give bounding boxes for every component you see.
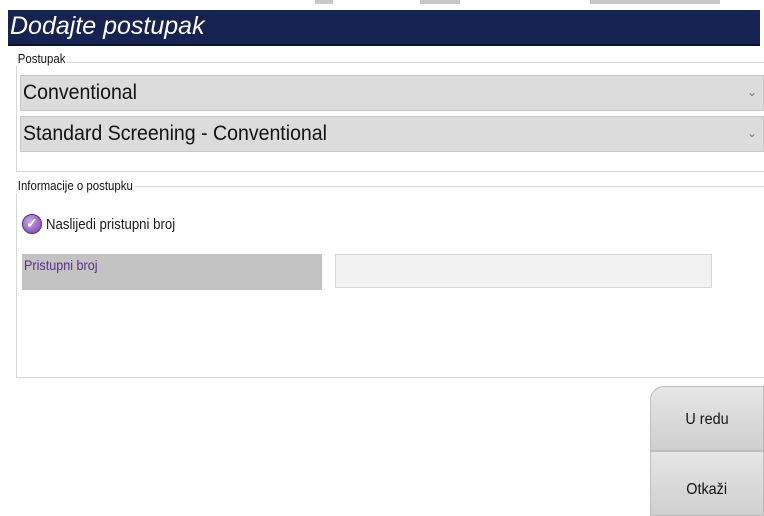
background-fragment — [315, 0, 333, 4]
accession-label-box: Pristupni broj — [22, 254, 322, 290]
cancel-button-label: Otkaži — [686, 481, 728, 498]
view-select-value: Standard Screening - Conventional — [23, 122, 327, 145]
add-procedure-dialog: Postupak Conventional ⌄ Standard Screeni… — [8, 46, 764, 516]
accession-number-input[interactable] — [335, 254, 712, 288]
dialog-title: Dodajte postupak — [10, 12, 205, 40]
chevron-down-icon: ⌄ — [746, 85, 757, 99]
check-circle-icon: ✓ — [22, 214, 42, 234]
view-select[interactable]: Standard Screening - Conventional ⌄ — [20, 116, 764, 152]
procedure-select[interactable]: Conventional ⌄ — [20, 75, 764, 111]
dialog-titlebar: Dodajte postupak — [8, 10, 764, 46]
procedure-select-value: Conventional — [23, 81, 138, 104]
procedure-info-group-label: Informacije o postupku — [16, 178, 135, 193]
top-strip — [0, 0, 764, 10]
background-fragment — [420, 0, 460, 4]
procedure-group-label: Postupak — [16, 51, 68, 66]
chevron-down-icon: ⌄ — [746, 126, 757, 140]
ok-button[interactable]: U redu — [650, 386, 764, 451]
cancel-button[interactable]: Otkaži — [650, 451, 764, 516]
accession-label: Pristupni broj — [24, 257, 98, 273]
background-fragment — [590, 0, 720, 4]
ok-button-label: U redu — [685, 411, 729, 428]
inherit-accession-label: Naslijedi pristupni broj — [46, 216, 176, 233]
